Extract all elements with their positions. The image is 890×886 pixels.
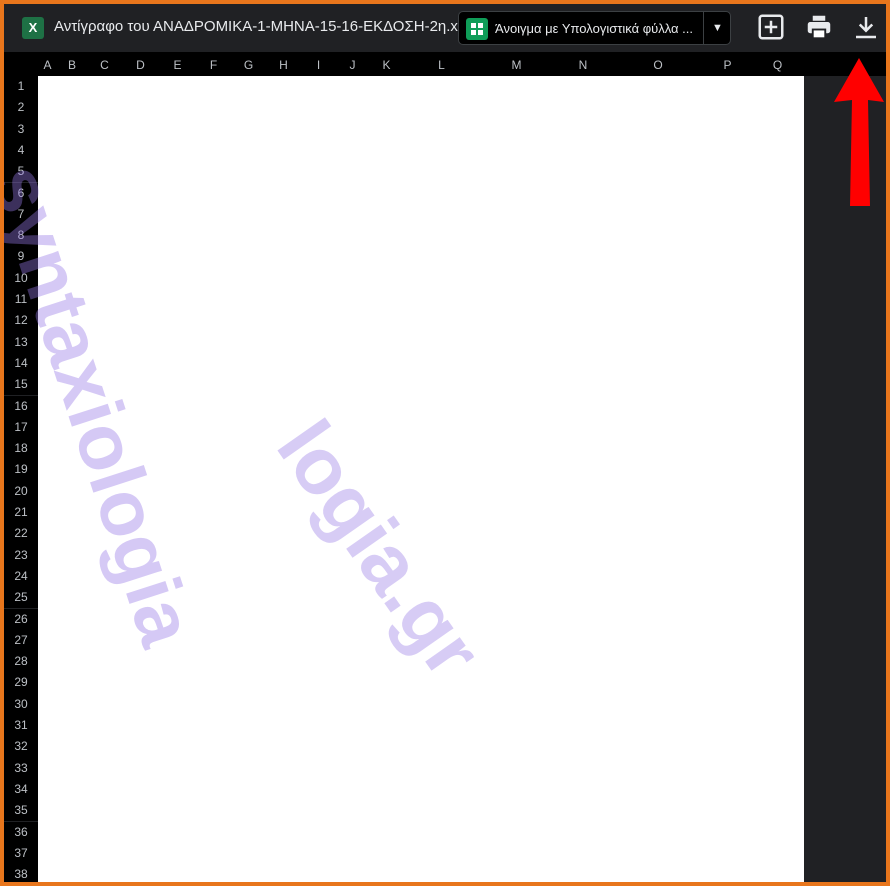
row-header-20[interactable]: 20 [4, 480, 38, 502]
column-header-g[interactable]: G [231, 55, 266, 76]
row-header-23[interactable]: 23 [4, 544, 38, 566]
file-title: Αντίγραφο του ΑΝΑΔΡΟΜΙΚΑ-1-ΜΗΝΑ-15-16-ΕΚ… [54, 18, 469, 35]
row-header-13[interactable]: 13 [4, 331, 38, 353]
row-header-16[interactable]: 16 [4, 395, 38, 417]
row-header-26[interactable]: 26 [4, 608, 38, 630]
row-header-28[interactable]: 28 [4, 651, 38, 673]
sheets-icon [466, 18, 488, 40]
column-header-b[interactable]: B [57, 55, 87, 76]
row-header-21[interactable]: 21 [4, 502, 38, 524]
row-header-22[interactable]: 22 [4, 523, 38, 545]
excel-file-icon: X [22, 17, 44, 39]
add-to-drive-icon[interactable] [756, 12, 786, 42]
row-header-17[interactable]: 17 [4, 416, 38, 439]
row-header-5[interactable]: 5 [4, 161, 38, 183]
row-header-27[interactable]: 27 [4, 629, 38, 652]
chevron-down-icon[interactable]: ▼ [703, 12, 731, 44]
row-header-10[interactable]: 10 [4, 267, 38, 289]
column-header-a[interactable]: A [38, 55, 57, 76]
row-header-34[interactable]: 34 [4, 778, 38, 801]
column-header-o[interactable]: O [612, 55, 704, 76]
column-header-n[interactable]: N [554, 55, 612, 76]
open-with-label: Άνοιγμα με Υπολογιστικά φύλλα ... [495, 21, 694, 36]
grid-background [38, 76, 804, 882]
column-header-p[interactable]: P [704, 55, 751, 76]
row-header-3[interactable]: 3 [4, 118, 38, 140]
row-header-2[interactable]: 2 [4, 97, 38, 119]
column-header-c[interactable]: C [87, 55, 122, 76]
column-header-j[interactable]: J [336, 55, 369, 76]
column-header-i[interactable]: I [301, 55, 336, 76]
row-header-37[interactable]: 37 [4, 842, 38, 865]
row-header-18[interactable]: 18 [4, 438, 38, 460]
row-header-7[interactable]: 7 [4, 203, 38, 226]
column-header-m[interactable]: M [479, 55, 554, 76]
column-header-k[interactable]: K [369, 55, 404, 76]
column-header-h[interactable]: H [266, 55, 301, 76]
column-header-q[interactable]: Q [751, 55, 804, 76]
column-header-d[interactable]: D [122, 55, 159, 76]
row-header-36[interactable]: 36 [4, 821, 38, 843]
row-header-30[interactable]: 30 [4, 693, 38, 715]
column-header-e[interactable]: E [159, 55, 196, 76]
row-header-4[interactable]: 4 [4, 139, 38, 162]
red-arrow-annotation [834, 58, 884, 206]
row-header-6[interactable]: 6 [4, 182, 38, 204]
row-header-35[interactable]: 35 [4, 800, 38, 822]
row-header-31[interactable]: 31 [4, 715, 38, 737]
download-icon[interactable] [851, 12, 881, 42]
row-header-8[interactable]: 8 [4, 225, 38, 247]
row-header-9[interactable]: 9 [4, 246, 38, 268]
open-with-sheets-button[interactable]: Άνοιγμα με Υπολογιστικά φύλλα ... ▼ [458, 11, 731, 45]
spreadsheet-grid[interactable]: ABCDEFGHIJKLMNOPQ 1 2 3 4 5 6 7 8 9 10 11 12 13 14 15 1… [4, 52, 886, 882]
print-icon[interactable] [804, 12, 834, 42]
column-header-f[interactable]: F [196, 55, 231, 76]
row-header-33[interactable]: 33 [4, 757, 38, 779]
row-header-12[interactable]: 12 [4, 310, 38, 332]
row-header-19[interactable]: 19 [4, 459, 38, 481]
row-header-24[interactable]: 24 [4, 565, 38, 588]
column-header-l[interactable]: L [404, 55, 479, 76]
row-header-1[interactable]: 1 [4, 76, 38, 98]
row-header-29[interactable]: 29 [4, 672, 38, 694]
row-header-15[interactable]: 15 [4, 374, 38, 396]
viewer-frame: X Αντίγραφο του ΑΝΑΔΡΟΜΙΚΑ-1-ΜΗΝΑ-15-16-… [4, 4, 886, 882]
row-header-25[interactable]: 25 [4, 587, 38, 609]
row-header-38[interactable]: 38 [4, 864, 38, 882]
viewer-toolbar: X Αντίγραφο του ΑΝΑΔΡΟΜΙΚΑ-1-ΜΗΝΑ-15-16-… [4, 4, 886, 52]
row-header-32[interactable]: 32 [4, 736, 38, 758]
row-header-14[interactable]: 14 [4, 352, 38, 375]
row-header-11[interactable]: 11 [4, 289, 38, 311]
